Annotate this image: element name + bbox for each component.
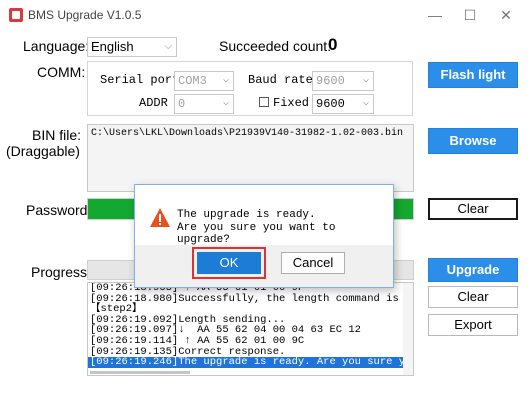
log-lines: [09:26:18.965] ↑ AA 55 61 01 00 9F [09:26… <box>88 283 413 368</box>
fixed-baud-value: 9600 <box>316 97 345 111</box>
fixed-checkbox[interactable] <box>259 97 269 107</box>
chevron-down-icon: ⌵ <box>222 98 229 109</box>
cancel-button[interactable]: Cancel <box>281 252 345 274</box>
bin-file-drop-area[interactable]: C:\Users\LKL\Downloads\P21939V140-31982-… <box>87 124 414 192</box>
clear-log-button[interactable]: Clear <box>428 286 518 308</box>
browse-button[interactable]: Browse <box>428 128 518 154</box>
chevron-down-icon: ⌵ <box>222 75 229 86</box>
ok-highlight-box: OK <box>192 247 266 279</box>
bin-file-path: C:\Users\LKL\Downloads\P21939V140-31982-… <box>91 128 404 139</box>
close-button[interactable]: ✕ <box>495 6 517 24</box>
progress-label: Progress: <box>31 264 91 280</box>
addr-value: 0 <box>178 97 186 111</box>
serial-port-select[interactable]: COM3 ⌵ <box>174 71 234 91</box>
language-select[interactable]: English ⌵ <box>87 37 177 57</box>
log-horizontal-scrollbar[interactable] <box>90 371 190 374</box>
comm-label: COMM: <box>37 64 86 80</box>
comm-group: Serial port COM3 ⌵ Baud rate 9600 ⌵ ADDR… <box>87 61 413 116</box>
bin-file-draggable-label: (Draggable) <box>6 143 80 159</box>
fixed-baud-select[interactable]: 9600 ⌵ <box>312 94 374 114</box>
log-panel[interactable]: [09:26:18.965] ↑ AA 55 61 01 00 9F [09:26… <box>87 282 414 376</box>
log-line: [09:26:19.246]The upgrade is ready. Are … <box>88 356 414 369</box>
chevron-down-icon: ⌵ <box>362 75 369 86</box>
chevron-down-icon: ⌵ <box>164 41 172 52</box>
maximize-button[interactable]: ☐ <box>459 6 481 24</box>
language-value: English <box>91 39 134 54</box>
log-scrollbar[interactable] <box>403 283 413 375</box>
serial-port-label: Serial port <box>100 73 180 87</box>
window-title: BMS Upgrade V1.0.5 <box>28 8 142 22</box>
confirm-dialog: The upgrade is ready. Are you sure you w… <box>134 184 394 288</box>
chevron-down-icon: ⌵ <box>362 98 369 109</box>
ok-button[interactable]: OK <box>197 252 261 274</box>
serial-port-value: COM3 <box>178 74 207 88</box>
clear-password-button[interactable]: Clear <box>428 198 518 220</box>
log-line: [09:26:19.114] ↑ AA 55 62 01 00 9C <box>90 334 305 347</box>
succeeded-count-value: 0 <box>328 35 338 54</box>
addr-select[interactable]: 0 ⌵ <box>174 94 234 114</box>
dialog-message-line1: The upgrade is ready. <box>177 209 316 221</box>
baud-rate-label: Baud rate <box>248 73 313 87</box>
password-label: Password: <box>26 202 92 218</box>
baud-rate-value: 9600 <box>316 74 345 88</box>
language-label: Language: <box>23 38 90 54</box>
dialog-message-line2: Are you sure you want to upgrade? <box>177 222 336 246</box>
title-bar: BMS Upgrade V1.0.5 — ☐ ✕ <box>0 0 528 30</box>
warning-icon <box>150 208 170 227</box>
upgrade-button[interactable]: Upgrade <box>428 258 518 282</box>
baud-rate-select[interactable]: 9600 ⌵ <box>312 71 374 91</box>
minimize-button[interactable]: — <box>424 6 446 24</box>
export-button[interactable]: Export <box>428 314 518 336</box>
addr-label: ADDR <box>139 96 168 110</box>
flash-light-button[interactable]: Flash light <box>428 62 518 88</box>
bin-file-label: BIN file: <box>32 127 82 143</box>
fixed-label: Fixed <box>273 96 310 110</box>
succeeded-count-label: Succeeded count: <box>219 38 332 54</box>
app-icon <box>9 8 23 22</box>
